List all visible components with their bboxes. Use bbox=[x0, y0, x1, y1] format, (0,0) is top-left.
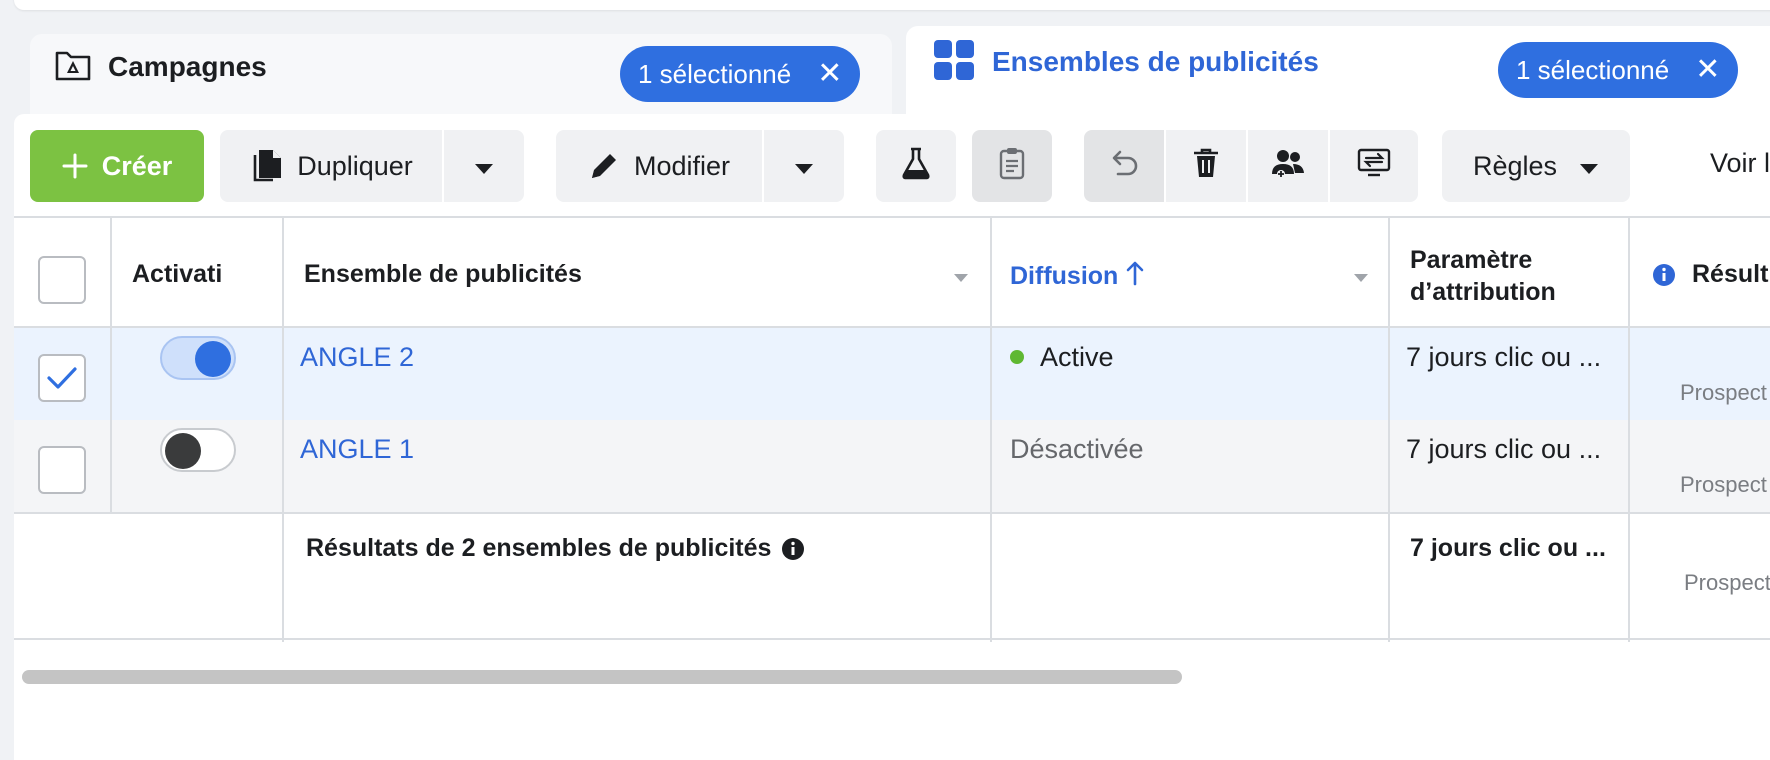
duplicate-dropdown[interactable] bbox=[444, 130, 524, 202]
adset-name-link[interactable]: ANGLE 2 bbox=[300, 342, 414, 373]
header-results-label: Résult bbox=[1692, 260, 1769, 288]
check-icon bbox=[47, 367, 77, 389]
people-add-icon bbox=[1271, 148, 1305, 185]
campaigns-selected-badge[interactable]: 1 sélectionné ✕ bbox=[620, 46, 861, 102]
toggle-knob bbox=[195, 341, 231, 377]
header-activation[interactable]: Activati bbox=[132, 260, 250, 289]
header-results[interactable]: Résult bbox=[1652, 260, 1768, 289]
share-audience-button[interactable] bbox=[1248, 130, 1328, 202]
sort-caret-icon[interactable] bbox=[954, 274, 968, 282]
duplicate-label: Dupliquer bbox=[297, 150, 413, 181]
status-dot bbox=[1010, 349, 1024, 364]
undo-button[interactable] bbox=[1084, 130, 1164, 202]
delivery-status-label: Active bbox=[1040, 342, 1114, 372]
summary-attribution: 7 jours clic ou ... bbox=[1410, 534, 1606, 562]
info-icon[interactable] bbox=[781, 537, 805, 561]
attribution-value: 7 jours clic ou ... bbox=[1406, 434, 1602, 464]
view-link[interactable]: Voir la bbox=[1710, 148, 1770, 179]
create-label: Créer bbox=[101, 150, 173, 181]
header-attribution[interactable]: Paramètre d’attribution bbox=[1410, 244, 1556, 308]
exchange-icon bbox=[1356, 147, 1392, 186]
header-attribution-line2: d’attribution bbox=[1410, 278, 1556, 306]
row-checkbox[interactable] bbox=[38, 354, 86, 402]
edit-label: Modifier bbox=[633, 150, 731, 181]
close-icon[interactable]: ✕ bbox=[1695, 55, 1720, 85]
rules-label: Règles bbox=[1472, 150, 1558, 181]
duplicate-button[interactable]: Dupliquer bbox=[220, 130, 442, 202]
clipboard-icon bbox=[998, 146, 1026, 187]
header-delivery-label: Diffusion bbox=[1010, 262, 1119, 290]
tab-adsets-title: Ensembles de publicités bbox=[992, 46, 1319, 77]
row-toggle[interactable] bbox=[160, 428, 236, 472]
select-all-checkbox[interactable] bbox=[38, 256, 86, 304]
header-delivery[interactable]: Diffusion bbox=[1010, 260, 1144, 293]
close-icon[interactable]: ✕ bbox=[817, 59, 842, 89]
row-checkbox[interactable] bbox=[38, 446, 86, 494]
pencil-icon bbox=[588, 150, 620, 182]
adsets-panel: Créer Dupliquer Modifier Règles Voir l A… bbox=[14, 114, 1770, 760]
adsets-selected-badge[interactable]: 1 sélectionné ✕ bbox=[1498, 42, 1739, 98]
header-attribution-line1: Paramètre bbox=[1410, 246, 1533, 274]
paste-button[interactable] bbox=[972, 130, 1052, 202]
toggle-knob bbox=[165, 433, 201, 469]
tab-campaigns-title: Campagnes bbox=[108, 51, 267, 82]
rules-button[interactable]: Règles bbox=[1442, 130, 1630, 202]
adset-name-link[interactable]: ANGLE 1 bbox=[300, 434, 414, 465]
toolbar: Créer Dupliquer Modifier Règles Voir l bbox=[30, 130, 1770, 202]
caret-down-icon bbox=[1579, 151, 1599, 182]
sort-caret-icon[interactable] bbox=[1354, 274, 1368, 282]
summary-results-sub: Prospect bbox=[1684, 570, 1770, 595]
row-toggle[interactable] bbox=[160, 336, 236, 380]
plus-icon bbox=[62, 153, 88, 179]
undo-icon bbox=[1108, 148, 1140, 185]
info-icon bbox=[1652, 263, 1676, 287]
delivery-status: Désactivée bbox=[1010, 434, 1144, 464]
header-adset[interactable]: Ensemble de publicités bbox=[304, 260, 582, 289]
ab-test-button[interactable] bbox=[876, 130, 956, 202]
delete-button[interactable] bbox=[1166, 130, 1246, 202]
adsets-selected-label: 1 sélectionné bbox=[1516, 54, 1670, 85]
create-button[interactable]: Créer bbox=[30, 130, 204, 202]
top-strip bbox=[14, 0, 1770, 10]
flask-icon bbox=[901, 146, 931, 187]
delivery-status: Active bbox=[1010, 342, 1114, 373]
export-button[interactable] bbox=[1330, 130, 1418, 202]
caret-down-icon bbox=[474, 151, 494, 182]
arrow-up-icon bbox=[1126, 260, 1144, 293]
folder-icon bbox=[54, 47, 92, 88]
horizontal-scrollbar[interactable] bbox=[22, 670, 1182, 684]
attribution-value: 7 jours clic ou ... bbox=[1406, 342, 1602, 372]
results-sub: Prospect bbox=[1680, 472, 1767, 497]
grid-icon bbox=[932, 38, 976, 87]
trash-icon bbox=[1192, 147, 1220, 186]
summary-label-text: Résultats de 2 ensembles de publicités bbox=[306, 534, 772, 562]
edit-button[interactable]: Modifier bbox=[556, 130, 762, 202]
results-sub: Prospect bbox=[1680, 380, 1767, 405]
summary-label: Résultats de 2 ensembles de publicités bbox=[306, 534, 805, 563]
copy-icon bbox=[249, 148, 283, 184]
edit-dropdown[interactable] bbox=[764, 130, 844, 202]
campaigns-selected-label: 1 sélectionné bbox=[638, 58, 792, 89]
caret-down-icon bbox=[794, 151, 814, 182]
